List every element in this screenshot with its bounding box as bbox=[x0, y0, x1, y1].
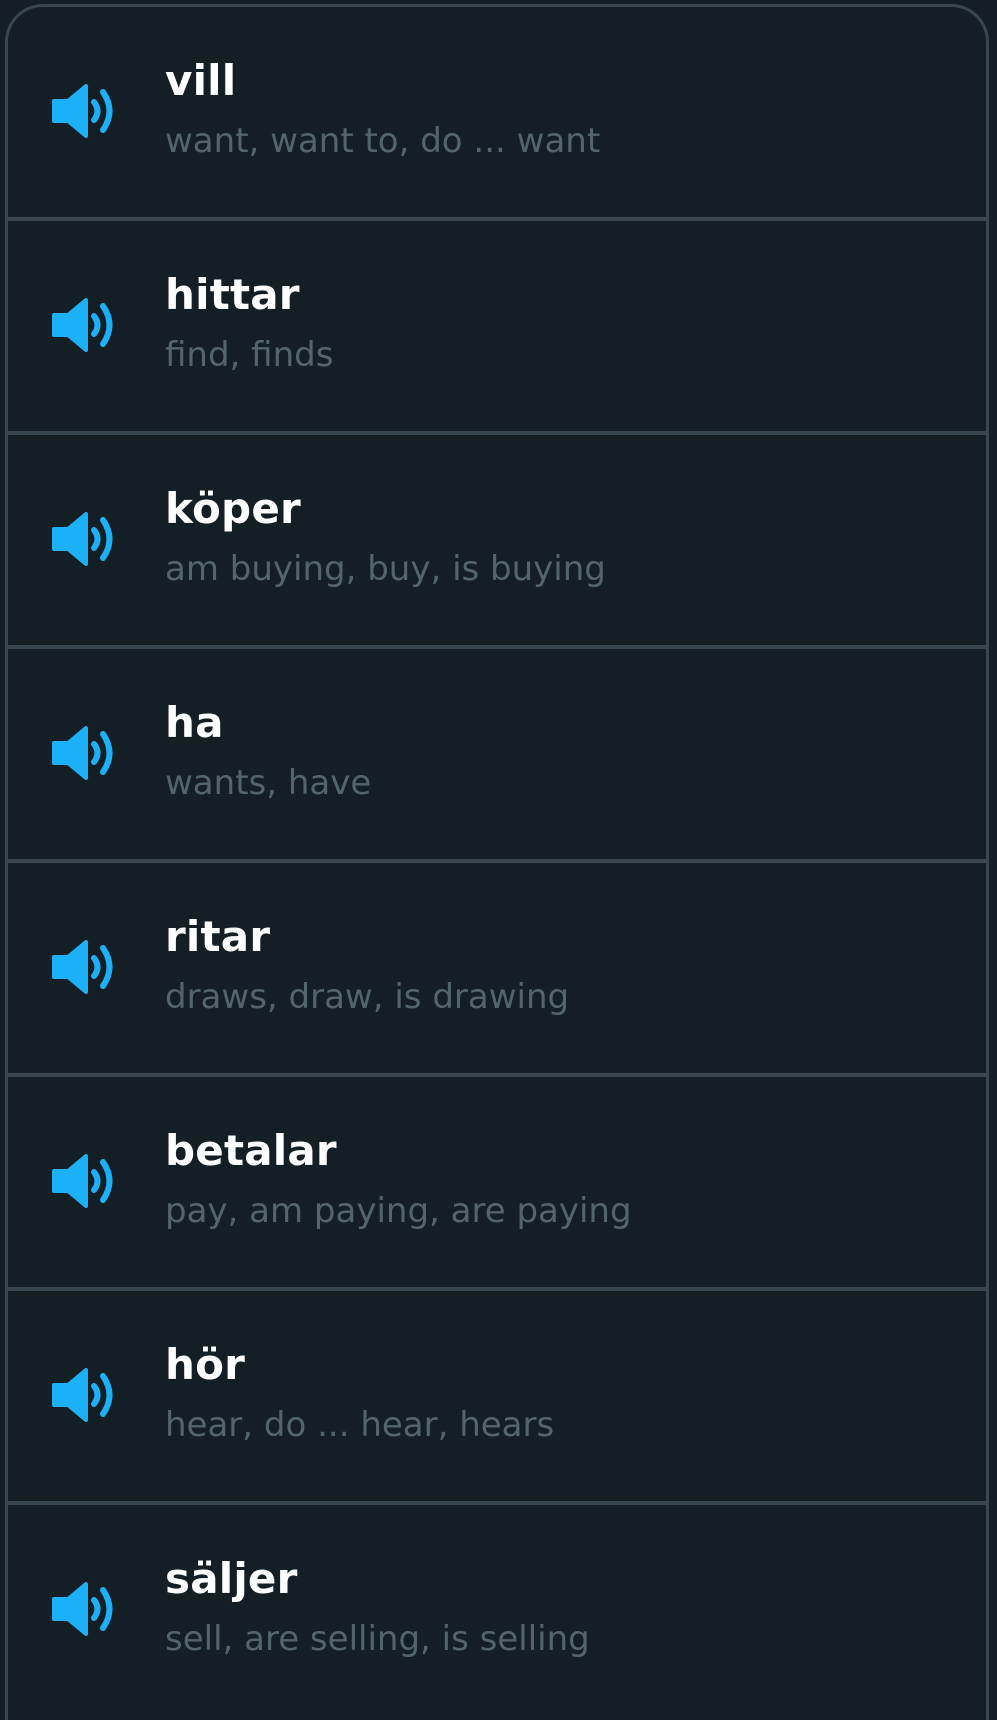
word-text: säljer sell, are selling, is selling bbox=[165, 1554, 590, 1660]
word-row-vill[interactable]: vill want, want to, do ... want bbox=[8, 7, 986, 221]
speaker-icon[interactable] bbox=[50, 81, 120, 141]
speaker-icon[interactable] bbox=[50, 1151, 120, 1211]
word-row-hor[interactable]: hör hear, do ... hear, hears bbox=[8, 1291, 986, 1505]
swedish-word: köper bbox=[165, 484, 301, 533]
speaker-icon[interactable] bbox=[50, 1365, 120, 1425]
word-text: ritar draws, draw, is drawing bbox=[165, 912, 570, 1018]
word-text: vill want, want to, do ... want bbox=[165, 56, 601, 162]
english-translation: hear, do ... hear, hears bbox=[165, 1405, 555, 1445]
english-translation: find, finds bbox=[165, 335, 334, 375]
word-row-ha[interactable]: ha wants, have bbox=[8, 649, 986, 863]
word-row-ritar[interactable]: ritar draws, draw, is drawing bbox=[8, 863, 986, 1077]
swedish-word: hittar bbox=[165, 270, 300, 319]
word-row-koper[interactable]: köper am buying, buy, is buying bbox=[8, 435, 986, 649]
word-text: betalar pay, am paying, are paying bbox=[165, 1126, 632, 1232]
speaker-icon[interactable] bbox=[50, 723, 120, 783]
swedish-word: säljer bbox=[165, 1554, 298, 1603]
word-text: ha wants, have bbox=[165, 698, 372, 804]
word-list: vill want, want to, do ... want hittar f… bbox=[5, 4, 989, 1720]
english-translation: want, want to, do ... want bbox=[165, 121, 601, 161]
word-text: hör hear, do ... hear, hears bbox=[165, 1340, 555, 1446]
speaker-icon[interactable] bbox=[50, 295, 120, 355]
english-translation: pay, am paying, are paying bbox=[165, 1191, 632, 1231]
word-text: hittar find, finds bbox=[165, 270, 334, 376]
speaker-icon[interactable] bbox=[50, 937, 120, 997]
swedish-word: ha bbox=[165, 698, 224, 747]
swedish-word: betalar bbox=[165, 1126, 337, 1175]
speaker-icon[interactable] bbox=[50, 509, 120, 569]
english-translation: sell, are selling, is selling bbox=[165, 1619, 590, 1659]
english-translation: am buying, buy, is buying bbox=[165, 549, 606, 589]
swedish-word: ritar bbox=[165, 912, 271, 961]
word-row-saljer[interactable]: säljer sell, are selling, is selling bbox=[8, 1505, 986, 1715]
speaker-icon[interactable] bbox=[50, 1579, 120, 1639]
swedish-word: hör bbox=[165, 1340, 246, 1389]
word-text: köper am buying, buy, is buying bbox=[165, 484, 606, 590]
swedish-word: vill bbox=[165, 56, 237, 105]
word-row-betalar[interactable]: betalar pay, am paying, are paying bbox=[8, 1077, 986, 1291]
english-translation: draws, draw, is drawing bbox=[165, 977, 570, 1017]
english-translation: wants, have bbox=[165, 763, 372, 803]
word-row-hittar[interactable]: hittar find, finds bbox=[8, 221, 986, 435]
